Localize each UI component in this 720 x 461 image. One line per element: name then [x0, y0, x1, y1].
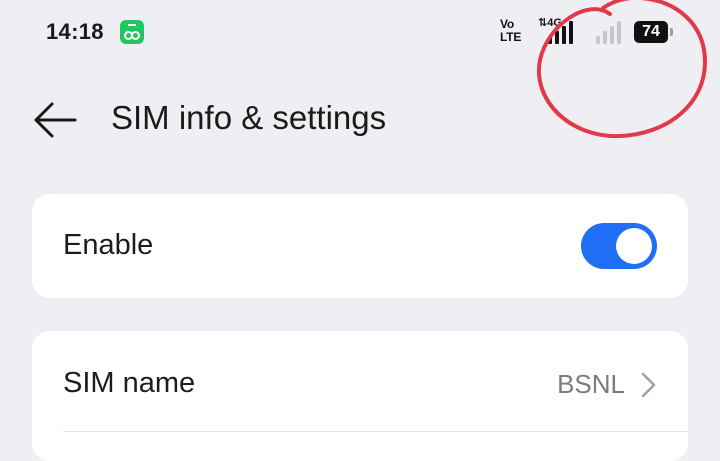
app-notification-icon [120, 20, 144, 44]
enable-toggle[interactable] [581, 223, 657, 269]
status-bar: 14:18 Vo LTE ⇅4G 74 [0, 0, 720, 66]
volte-line2: LTE [500, 30, 522, 44]
toggle-knob [616, 228, 652, 264]
sim-name-row[interactable]: SIM name BSNL [32, 331, 688, 431]
signal-strong-icon [548, 20, 573, 44]
chevron-right-icon [641, 372, 656, 398]
arrow-left-icon [34, 102, 77, 138]
page-title: SIM info & settings [111, 99, 387, 136]
battery-icon: 74 [634, 21, 673, 43]
battery-percent: 74 [642, 23, 660, 40]
app-header: SIM info & settings [0, 90, 720, 150]
back-button[interactable] [30, 96, 80, 144]
sim-name-label: SIM name [63, 367, 196, 399]
signal-weak-icon [596, 20, 621, 44]
enable-card: Enable [32, 194, 688, 298]
enable-label: Enable [63, 229, 154, 261]
sim-settings-card: SIM name BSNL [32, 331, 688, 461]
sim-name-value: BSNL [557, 369, 625, 399]
status-time: 14:18 [46, 19, 104, 44]
volte-indicator: Vo LTE [500, 18, 521, 44]
